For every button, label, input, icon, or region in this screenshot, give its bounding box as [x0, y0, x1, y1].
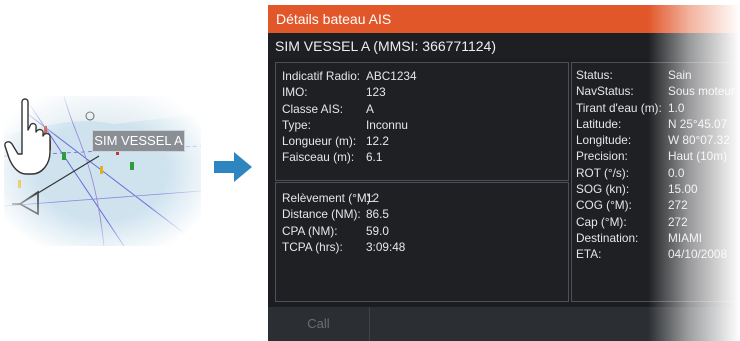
detail-label: Classe AIS:	[282, 101, 343, 116]
detail-row: Tirant d'eau (m): 1.0	[576, 100, 684, 117]
detail-row: Faisceau (m): 6.1	[282, 150, 382, 166]
ais-vessel-details-dialog: Détails bateau AIS SIM VESSEL A (MMSI: 3…	[268, 5, 740, 341]
detail-row: Latitude: N 25°45.07	[576, 116, 727, 133]
detail-value: 15.00	[668, 182, 698, 197]
detail-label: Destination:	[576, 230, 639, 245]
detail-row: NavStatus: Sous moteur	[576, 84, 735, 100]
detail-label: Latitude:	[576, 116, 622, 131]
detail-value: 12.2	[366, 134, 389, 149]
detail-row: SOG (kn): 15.00	[576, 182, 698, 198]
vessel-header: SIM VESSEL A (MMSI: 366771124)	[268, 33, 740, 59]
detail-label: CPA (NM):	[282, 223, 338, 238]
navigation-panel: Relèvement (°M): 12 Distance (NM): 86.5 CPA …	[275, 182, 569, 302]
detail-row: Type: Inconnu	[282, 117, 408, 134]
detail-row: IMO: 123	[282, 85, 386, 101]
detail-row: TCPA (hrs): 3:09:48	[282, 239, 405, 256]
detail-value: ABC1234	[366, 69, 417, 83]
detail-label: Indicatif Radio:	[282, 69, 361, 83]
detail-label: ETA:	[576, 247, 602, 262]
detail-value: 86.5	[366, 207, 389, 222]
detail-row: COG (°M): 272	[576, 198, 688, 214]
detail-value: 04/10/2008	[668, 247, 728, 262]
detail-label: Longueur (m):	[282, 134, 357, 149]
detail-row: Status: Sain	[576, 68, 692, 84]
detail-row: CPA (NM): 59.0	[282, 223, 389, 240]
detail-row: ETA: 04/10/2008	[576, 247, 727, 263]
detail-value: N 25°45.07	[668, 116, 728, 131]
detail-value: 6.1	[366, 150, 383, 165]
detail-row: Longitude: W 80°07.32	[576, 133, 730, 149]
detail-label: COG (°M):	[576, 198, 632, 213]
detail-label: ROT (°/s):	[576, 165, 629, 180]
detail-label: Type:	[282, 117, 311, 132]
detail-value: 272	[668, 214, 688, 229]
detail-value: MIAMI	[668, 230, 703, 245]
detail-value: W 80°07.32	[668, 133, 730, 148]
detail-value: Sous moteur	[668, 84, 735, 99]
detail-value: Inconnu	[366, 117, 408, 132]
detail-row: Distance (NM): 86.5	[282, 207, 389, 223]
detail-label: Longitude:	[576, 133, 632, 148]
detail-row: Indicatif Radio: ABC1234	[282, 69, 417, 85]
detail-label: Faisceau (m):	[282, 150, 355, 165]
detail-label: Precision:	[576, 149, 628, 164]
chart-map-illustration: SIM VESSEL A	[4, 96, 201, 246]
detail-value: 3:09:48	[366, 239, 406, 254]
detail-value: 272	[668, 198, 688, 213]
detail-value: 1.0	[668, 100, 685, 115]
detail-value: Sain	[668, 68, 692, 82]
detail-label: Distance (NM):	[282, 207, 361, 222]
detail-label: IMO:	[282, 85, 308, 100]
detail-value: 59.0	[366, 223, 389, 238]
identity-panel: Indicatif Radio: ABC1234 IMO: 123 Classe AIS…	[275, 62, 569, 181]
vessel-label-tag[interactable]: SIM VESSEL A	[92, 130, 185, 152]
hand-tap-icon	[4, 98, 51, 175]
dialog-title: Détails bateau AIS	[268, 5, 740, 33]
detail-row: ROT (°/s): 0.0	[576, 165, 684, 182]
detail-row: Relèvement (°M): 12	[282, 191, 379, 207]
detail-label: TCPA (hrs):	[282, 239, 343, 254]
detail-label: NavStatus:	[576, 84, 634, 99]
detail-label: Relèvement (°M):	[282, 191, 374, 205]
detail-row: Cap (°M): 272	[576, 214, 688, 231]
detail-row: Destination: MIAMI	[576, 230, 702, 247]
detail-label: Tirant d'eau (m):	[576, 100, 662, 115]
detail-row: Classe AIS: A	[282, 101, 374, 118]
detail-label: Status:	[576, 68, 613, 82]
call-button[interactable]: Call	[268, 307, 370, 341]
detail-value: 123	[366, 85, 386, 100]
detail-value: 0.0	[668, 165, 685, 180]
detail-value: Haut (10m)	[668, 149, 728, 164]
dialog-button-bar: Call	[268, 307, 740, 341]
detail-label: SOG (kn):	[576, 182, 630, 197]
status-panel: Status: Sain NavStatus: Sous moteur Tirant d…	[571, 62, 740, 302]
detail-row: Longueur (m): 12.2	[282, 134, 389, 150]
detail-label: Cap (°M):	[576, 214, 627, 229]
arrow-right-icon	[214, 152, 252, 182]
detail-value: A	[366, 101, 374, 116]
detail-value: 12	[366, 191, 380, 205]
detail-row: Precision: Haut (10m)	[576, 149, 727, 165]
